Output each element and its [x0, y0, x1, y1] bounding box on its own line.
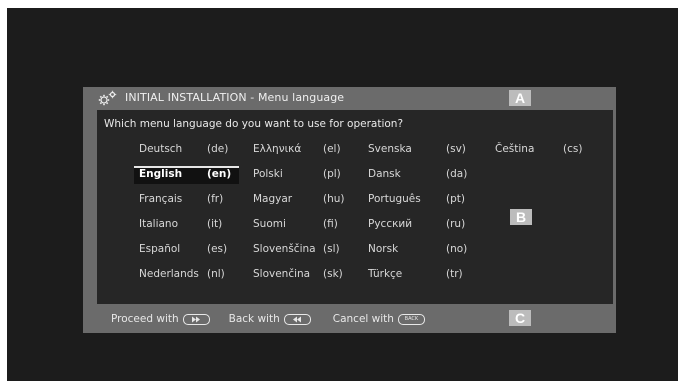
- language-option-code[interactable]: (cs): [563, 142, 582, 156]
- language-option-name[interactable]: Español: [139, 242, 180, 256]
- language-option-code[interactable]: (hu): [323, 192, 345, 206]
- language-option-name[interactable]: Suomi: [253, 217, 286, 231]
- language-option-name[interactable]: Magyar: [253, 192, 292, 206]
- language-option-name[interactable]: Türkçe: [368, 267, 402, 281]
- language-option-name[interactable]: Ελληνικά: [253, 142, 301, 156]
- language-option-code[interactable]: (en): [207, 167, 231, 181]
- proceed-label: Proceed with: [111, 313, 179, 325]
- fast-forward-icon[interactable]: [182, 313, 210, 325]
- language-option-name[interactable]: Русский: [368, 217, 412, 231]
- rewind-icon[interactable]: [283, 313, 311, 325]
- dialog-titlebar: INITIAL INSTALLATION - Menu language A: [83, 87, 616, 110]
- label-c-badge: C: [509, 310, 531, 326]
- language-option-name[interactable]: Nederlands: [139, 267, 199, 281]
- dialog-title: INITIAL INSTALLATION - Menu language: [125, 91, 345, 104]
- language-option-code[interactable]: (el): [323, 142, 341, 156]
- back-button-icon[interactable]: BACK: [397, 313, 425, 325]
- language-option-code[interactable]: (it): [207, 217, 222, 231]
- back-label: Back with: [228, 313, 280, 325]
- settings-gears-icon: [98, 90, 117, 106]
- language-option-code[interactable]: (es): [207, 242, 227, 256]
- dialog-footer: Proceed with Back with Cancel with BACK: [111, 311, 425, 327]
- language-option-code[interactable]: (nl): [207, 267, 225, 281]
- language-option-code[interactable]: (no): [446, 242, 467, 256]
- label-a-badge: A: [509, 90, 531, 106]
- language-option-name[interactable]: Čeština: [495, 142, 534, 156]
- menu-language-dialog: INITIAL INSTALLATION - Menu language A W…: [83, 87, 616, 333]
- language-option-name[interactable]: Svenska: [368, 142, 412, 156]
- language-option-name[interactable]: Dansk: [368, 167, 401, 181]
- language-option-name[interactable]: Português: [368, 192, 421, 206]
- language-option-code[interactable]: (da): [446, 167, 467, 181]
- tv-screen: INITIAL INSTALLATION - Menu language A W…: [7, 8, 678, 381]
- language-option-code[interactable]: (fr): [207, 192, 223, 206]
- language-option-name[interactable]: Italiano: [139, 217, 178, 231]
- language-option-name[interactable]: Polski: [253, 167, 283, 181]
- language-option-name[interactable]: Deutsch: [139, 142, 182, 156]
- label-b-badge: B: [510, 209, 532, 225]
- language-option-name[interactable]: Slovenščina: [253, 242, 316, 256]
- language-option-name[interactable]: Norsk: [368, 242, 398, 256]
- language-option-code[interactable]: (tr): [446, 267, 463, 281]
- language-option-name[interactable]: Slovenčina: [253, 267, 310, 281]
- language-option-name[interactable]: English: [139, 167, 182, 181]
- language-list-panel: Which menu language do you want to use f…: [97, 110, 613, 304]
- language-option-code[interactable]: (pt): [446, 192, 465, 206]
- language-option-code[interactable]: (ru): [446, 217, 465, 231]
- language-option-code[interactable]: (de): [207, 142, 228, 156]
- language-option-name[interactable]: Français: [139, 192, 182, 206]
- cancel-label: Cancel with: [332, 313, 394, 325]
- back-button-icon-text: BACK: [404, 315, 419, 322]
- language-option-code[interactable]: (sv): [446, 142, 466, 156]
- language-option-code[interactable]: (sk): [323, 267, 343, 281]
- question-text: Which menu language do you want to use f…: [104, 118, 404, 130]
- language-option-code[interactable]: (pl): [323, 167, 341, 181]
- language-option-code[interactable]: (fi): [323, 217, 338, 231]
- language-option-code[interactable]: (sl): [323, 242, 340, 256]
